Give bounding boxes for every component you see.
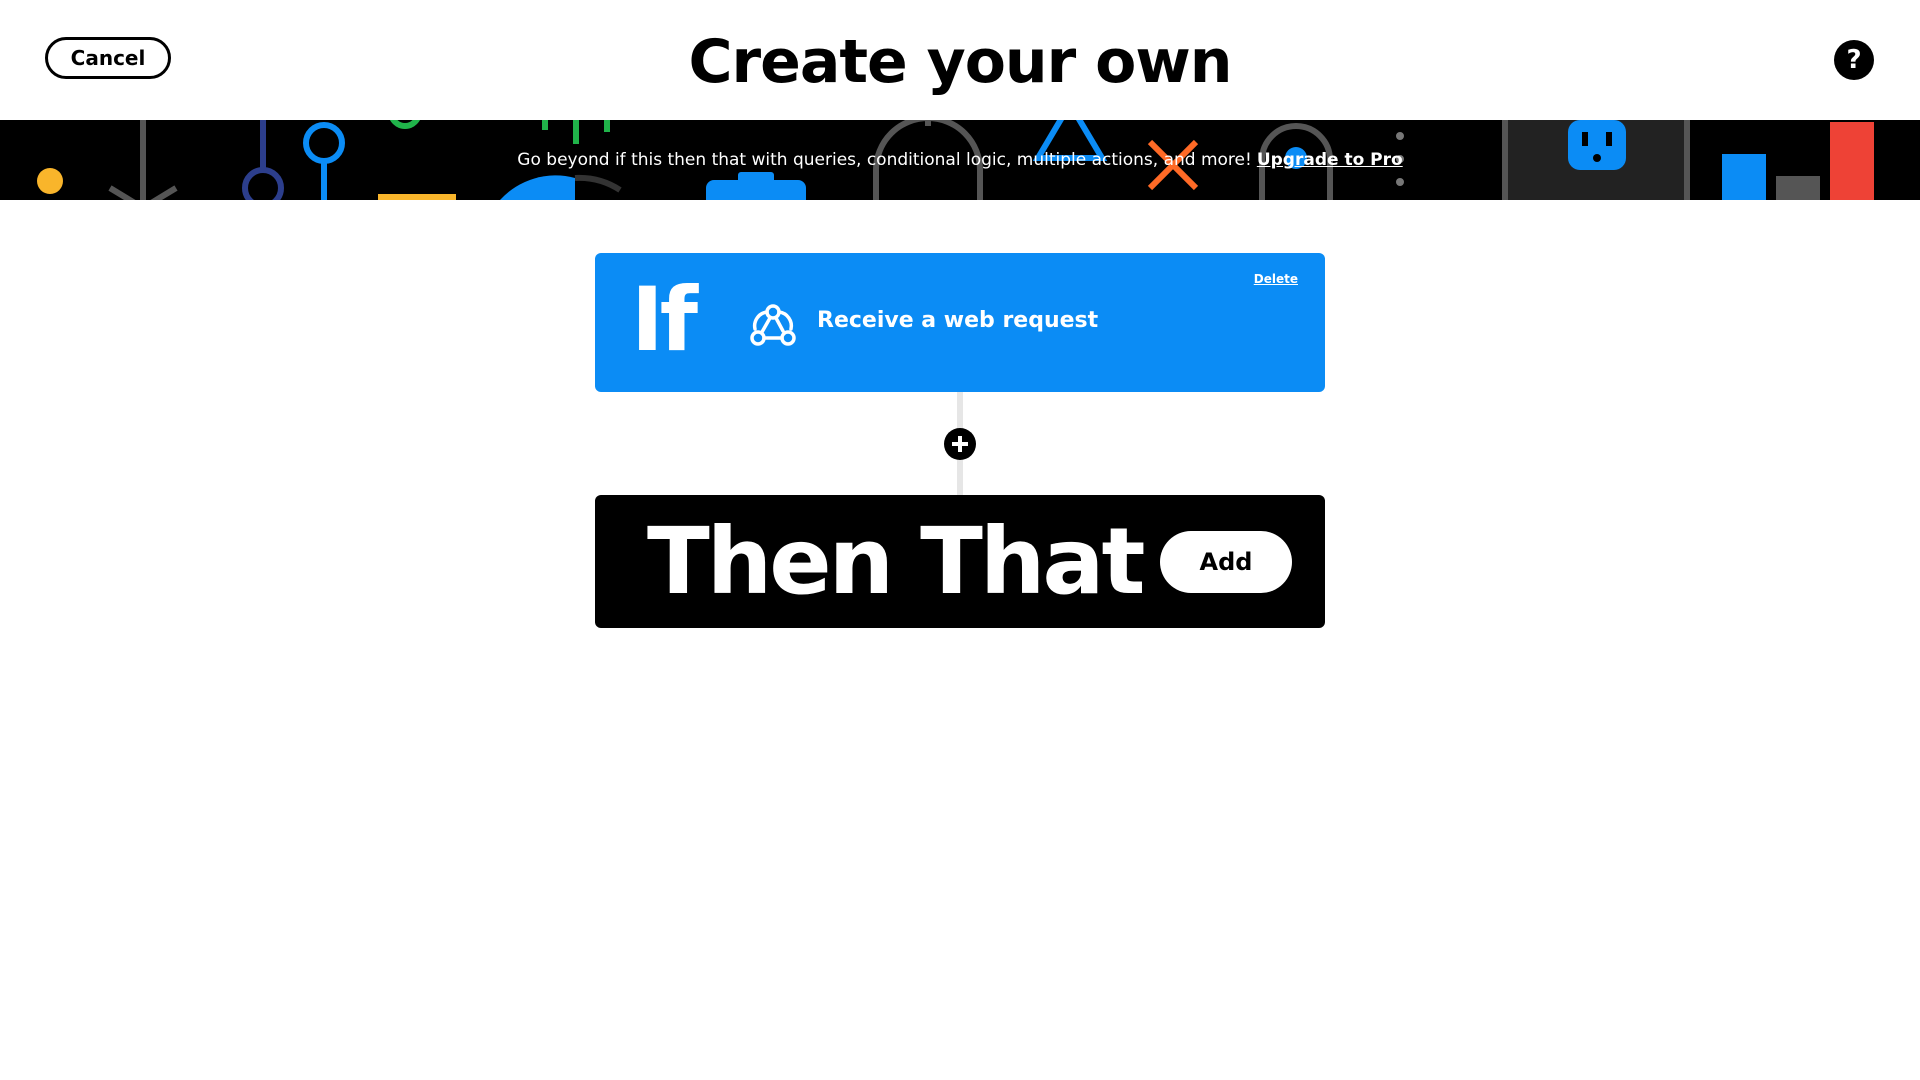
help-button[interactable]: ? — [1834, 40, 1874, 80]
then-that-keyword: Then That — [647, 508, 1145, 615]
upgrade-link[interactable]: Upgrade to Pro — [1257, 150, 1403, 170]
trigger-label: Receive a web request — [817, 308, 1099, 333]
if-keyword: If — [631, 268, 698, 371]
plus-icon — [952, 436, 968, 452]
webhook-icon — [750, 304, 796, 346]
upgrade-banner: Go beyond if this then that with queries… — [0, 120, 1920, 200]
if-trigger-card[interactable]: If Receive a web request Delete — [595, 253, 1325, 392]
page-title: Create your own — [688, 27, 1233, 97]
banner-text: Go beyond if this then that with queries… — [0, 120, 1920, 200]
then-action-card[interactable]: Then That Add — [595, 495, 1325, 628]
delete-link[interactable]: Delete — [1254, 272, 1298, 286]
question-icon: ? — [1846, 45, 1862, 75]
add-step-button[interactable] — [944, 428, 976, 460]
banner-message: Go beyond if this then that with queries… — [517, 150, 1252, 170]
header: Cancel Create your own ? — [0, 0, 1920, 120]
add-action-button[interactable]: Add — [1160, 531, 1292, 593]
